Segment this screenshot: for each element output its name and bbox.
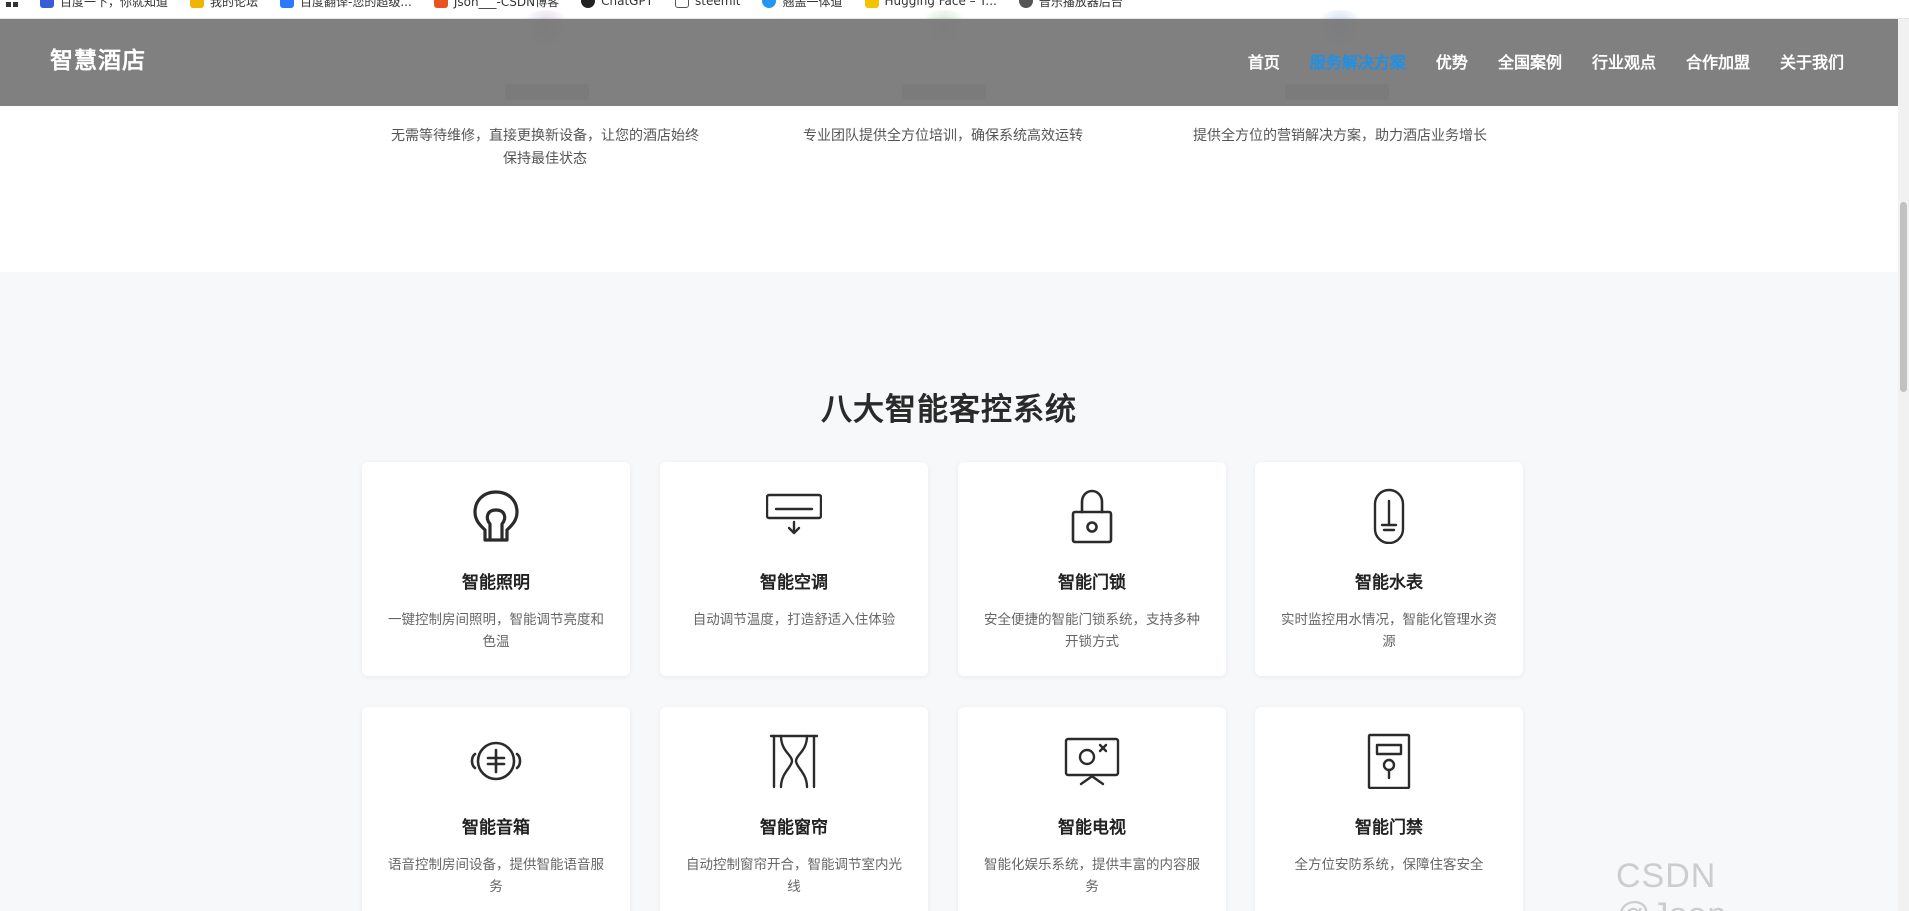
nav-home[interactable]: 首页 [1248, 49, 1280, 73]
card-desc: 语音控制房间设备，提供智能语音服务 [388, 857, 604, 895]
card-title: 智能窗帘 [760, 818, 828, 838]
bookmark-item[interactable]: 音乐播放器后台 [1018, 0, 1123, 10]
bookmark-favicon-icon [762, 0, 777, 8]
bookmark-item[interactable]: ChatGPT [581, 0, 653, 8]
air-conditioner-icon [766, 493, 822, 535]
feature-desc-line: 保持最佳状态 [503, 151, 587, 167]
lock-icon [1071, 489, 1113, 544]
bookmark-label: 我的论坛 [210, 0, 259, 9]
card-title: 智能水表 [1355, 573, 1423, 593]
feature-desc-line: 专业团队提供全方位培训，确保系统高效运转 [803, 128, 1083, 144]
bookmark-item[interactable]: 我的论坛 [190, 0, 258, 10]
bookmark-favicon-icon [280, 0, 295, 8]
bookmark-favicon-icon [581, 0, 596, 8]
scrollbar-thumb[interactable] [1900, 202, 1907, 392]
bookmark-item[interactable]: 百度翻译-您的超级... [280, 0, 412, 10]
card-title: 智能门禁 [1355, 818, 1423, 838]
apps-grid-icon[interactable] [6, 0, 18, 7]
bookmark-favicon-icon [190, 0, 205, 8]
csdn-watermark: CSDN @Json_____ [1616, 857, 1826, 911]
bookmark-label: 翘盖一体道 [782, 0, 843, 9]
nav-solutions[interactable]: 服务解决方案 [1310, 49, 1406, 73]
bookmark-label: ChatGPT [601, 0, 654, 8]
system-card-lighting[interactable]: 智能照明 一键控制房间照明，智能调节亮度和色温 [362, 462, 630, 676]
nav-cases[interactable]: 全国案例 [1498, 49, 1562, 73]
card-desc: 一键控制房间照明，智能调节亮度和色温 [388, 612, 604, 650]
water-meter-icon [1373, 488, 1405, 544]
system-card-curtain[interactable]: 智能窗帘 自动控制窗帘开合，智能调节室内光线 [660, 707, 928, 911]
bookmark-label: 百度一下，你就知道 [60, 0, 169, 9]
bookmark-label: steemit [695, 0, 741, 8]
feature-desc: 提供全方位的营销解决方案，助力酒店业务增长 [1170, 125, 1510, 148]
bookmark-favicon-icon [675, 0, 690, 8]
bookmark-label: 音乐播放器后台 [1038, 0, 1123, 9]
card-title: 智能电视 [1058, 818, 1126, 838]
bookmark-item[interactable]: 百度一下，你就知道 [40, 0, 168, 10]
bookmark-label: Hugging Face – T... [884, 0, 997, 8]
feature-desc: 专业团队提供全方位培训，确保系统高效运转 [778, 125, 1108, 148]
system-card-speaker[interactable]: 智能音箱 语音控制房间设备，提供智能语音服务 [362, 707, 630, 911]
nav-advantages[interactable]: 优势 [1436, 49, 1468, 73]
card-desc: 安全便捷的智能门锁系统，支持多种开锁方式 [984, 612, 1200, 650]
bookmark-favicon-icon [1018, 0, 1033, 8]
card-desc: 全方位安防系统，保障住客安全 [1294, 857, 1484, 873]
system-card-water-meter[interactable]: 智能水表 实时监控用水情况，智能化管理水资源 [1255, 462, 1523, 676]
bookmark-label: 百度翻译-您的超级... [300, 0, 412, 9]
nav-insights[interactable]: 行业观点 [1592, 49, 1656, 73]
system-card-tv[interactable]: 智能电视 智能化娱乐系统，提供丰富的内容服务 [958, 707, 1226, 911]
card-title: 智能音箱 [462, 818, 530, 838]
section-title: 八大智能客控系统 [821, 392, 1077, 428]
card-title: 智能门锁 [1058, 573, 1126, 593]
features-section: 无需等待维修，直接更换新设备，让您的酒店始终 保持最佳状态 专业团队提供全方位培… [0, 106, 1898, 272]
card-title: 智能空调 [760, 573, 828, 593]
bookmark-label: Json___-CSDN博客 [453, 0, 560, 9]
site-header: 智慧酒店 首页 服务解决方案 优势 全国案例 行业观点 合作加盟 关于我们 [0, 19, 1898, 106]
bookmark-favicon-icon [40, 0, 54, 8]
systems-section: 八大智能客控系统 智能照明 一键控制房间照明，智能调节亮度和色温 智能空调 自动… [0, 272, 1898, 911]
bookmark-favicon-icon [864, 0, 879, 8]
feature-desc: 无需等待维修，直接更换新设备，让您的酒店始终 保持最佳状态 [380, 125, 710, 171]
page-scrollbar[interactable] [1898, 19, 1909, 911]
main-nav: 首页 服务解决方案 优势 全国案例 行业观点 合作加盟 关于我们 [1248, 49, 1844, 73]
nav-franchise[interactable]: 合作加盟 [1686, 49, 1750, 73]
site-logo[interactable]: 智慧酒店 [50, 41, 146, 75]
bulb-icon [473, 490, 519, 542]
feature-desc-line: 提供全方位的营销解决方案，助力酒店业务增长 [1193, 128, 1487, 144]
bookmark-item[interactable]: Hugging Face – T... [864, 0, 997, 8]
bookmark-item[interactable]: steemit [675, 0, 740, 8]
bookmark-item[interactable]: 翘盖一体道 [762, 0, 843, 10]
feature-desc-line: 无需等待维修，直接更换新设备，让您的酒店始终 [391, 128, 699, 144]
system-card-ac[interactable]: 智能空调 自动调节温度，打造舒适入住体验 [660, 462, 928, 676]
nav-about[interactable]: 关于我们 [1780, 49, 1844, 73]
system-card-lock[interactable]: 智能门锁 安全便捷的智能门锁系统，支持多种开锁方式 [958, 462, 1226, 676]
speaker-icon [470, 741, 522, 781]
system-card-access-control[interactable]: 智能门禁 全方位安防系统，保障住客安全 [1255, 707, 1523, 911]
bookmark-item[interactable]: Json___-CSDN博客 [433, 0, 560, 10]
card-desc: 自动调节温度，打造舒适入住体验 [692, 612, 896, 628]
card-desc: 自动控制窗帘开合，智能调节室内光线 [686, 857, 902, 895]
card-desc: 智能化娱乐系统，提供丰富的内容服务 [984, 857, 1200, 895]
tv-icon [1064, 737, 1120, 786]
access-control-icon [1367, 733, 1411, 789]
card-desc: 实时监控用水情况，智能化管理水资源 [1281, 612, 1497, 650]
page: 百度一下，你就知道 我的论坛 百度翻译-您的超级... Json___-CSDN… [0, 0, 1909, 911]
card-title: 智能照明 [462, 573, 530, 593]
bookmark-favicon-icon [433, 0, 448, 8]
curtain-icon [769, 734, 819, 789]
